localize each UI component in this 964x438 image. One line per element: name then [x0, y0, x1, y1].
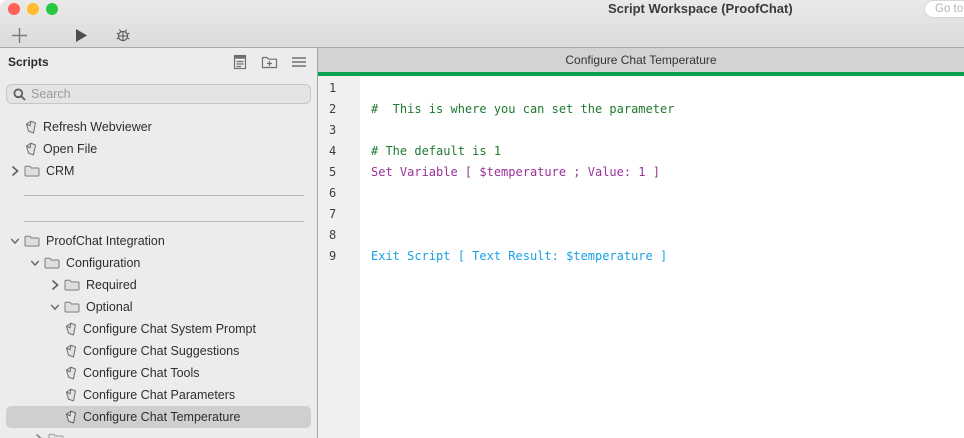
line-number: 2 — [329, 101, 337, 116]
script-icon — [64, 366, 77, 380]
folder-item-label: Configuration — [66, 256, 141, 270]
zoom-window-button[interactable] — [46, 3, 58, 15]
script-step-comment[interactable]: # The default is 1 — [360, 144, 501, 158]
new-folder-icon[interactable] — [261, 54, 278, 70]
scripts-sidebar: Scripts Search Refresh Webviewer Open Fi… — [0, 48, 318, 438]
traffic-lights — [8, 3, 58, 15]
chevron-right-icon[interactable] — [50, 279, 60, 291]
script-item-label: Configure Chat Temperature — [83, 410, 241, 424]
new-script-button[interactable] — [8, 23, 30, 47]
script-icon — [64, 410, 77, 424]
script-item-refresh-webviewer[interactable]: Refresh Webviewer — [0, 116, 317, 138]
script-item-label: Refresh Webviewer — [43, 120, 152, 134]
chevron-right-icon[interactable] — [34, 433, 44, 438]
script-item-label: Configure Chat Suggestions — [83, 344, 240, 358]
chevron-down-icon[interactable] — [50, 303, 60, 311]
chevron-right-icon[interactable] — [10, 165, 20, 177]
script-icon — [24, 120, 37, 134]
sidebar-actions — [232, 54, 309, 70]
bug-icon — [115, 27, 131, 43]
script-item-configure-chat-system-prompt[interactable]: Configure Chat System Prompt — [0, 318, 317, 340]
folder-item-required[interactable]: Required — [0, 274, 317, 296]
tab-configure-chat-temperature[interactable]: Configure Chat Temperature — [565, 53, 716, 67]
plus-icon — [10, 26, 29, 45]
folder-item-label: Required — [86, 278, 137, 292]
script-line[interactable]: 1 — [318, 77, 964, 98]
list-separator — [24, 195, 304, 196]
main-split: Scripts Search Refresh Webviewer Open Fi… — [0, 48, 964, 438]
folder-item-label: CRM — [46, 164, 75, 178]
folder-icon — [64, 279, 80, 291]
folder-icon — [44, 257, 60, 269]
script-icon — [64, 322, 77, 336]
new-script-icon[interactable] — [232, 54, 248, 70]
script-item-configure-chat-parameters[interactable]: Configure Chat Parameters — [0, 384, 317, 406]
sidebar-title: Scripts — [8, 55, 49, 69]
folder-item-label: ProofChat Integration — [46, 234, 165, 248]
folder-item-label: Optional — [86, 300, 133, 314]
script-item-open-file[interactable]: Open File — [0, 138, 317, 160]
line-number: 7 — [329, 206, 337, 221]
sidebar-header: Scripts — [0, 48, 317, 76]
script-item-label: Configure Chat Parameters — [83, 388, 236, 402]
folder-icon — [48, 433, 64, 438]
sidebar-search[interactable] — [6, 84, 311, 104]
chevron-down-icon[interactable] — [30, 259, 40, 267]
line-number: 9 — [329, 248, 337, 263]
folder-item-crm[interactable]: CRM — [0, 160, 317, 182]
script-code-area[interactable]: 1 2 # This is where you can set the para… — [318, 76, 964, 438]
script-item-configure-chat-suggestions[interactable]: Configure Chat Suggestions — [0, 340, 317, 362]
window-title: Script Workspace (ProofChat) — [608, 1, 793, 16]
script-step-exit-script[interactable]: Exit Script [ Text Result: $temperature … — [360, 249, 667, 263]
script-line[interactable]: 9 Exit Script [ Text Result: $temperatur… — [318, 245, 964, 266]
script-line[interactable]: 2 # This is where you can set the parame… — [318, 98, 964, 119]
folder-item-clipped[interactable] — [0, 428, 317, 438]
script-item-label: Configure Chat System Prompt — [83, 322, 256, 336]
script-step-set-variable[interactable]: Set Variable [ $temperature ; Value: 1 ] — [360, 165, 660, 179]
script-line[interactable]: 3 — [318, 119, 964, 140]
script-step-comment[interactable]: # This is where you can set the paramete… — [360, 102, 674, 116]
folder-icon — [24, 165, 40, 177]
script-line[interactable]: 4 # The default is 1 — [318, 140, 964, 161]
script-list: Refresh Webviewer Open File CRM ProofCha… — [0, 116, 317, 438]
editor-tab-bar: Configure Chat Temperature — [318, 48, 964, 72]
play-icon — [74, 28, 89, 43]
goto-search-input[interactable] — [924, 0, 964, 18]
search-icon — [13, 88, 26, 101]
debug-script-button[interactable] — [112, 23, 134, 47]
script-item-configure-chat-tools[interactable]: Configure Chat Tools — [0, 362, 317, 384]
close-window-button[interactable] — [8, 3, 20, 15]
search-input[interactable] — [31, 87, 304, 101]
menu-icon[interactable] — [291, 56, 307, 68]
script-line[interactable]: 5 Set Variable [ $temperature ; Value: 1… — [318, 161, 964, 182]
chevron-down-icon[interactable] — [10, 237, 20, 245]
script-icon — [64, 388, 77, 402]
folder-item-configuration[interactable]: Configuration — [0, 252, 317, 274]
script-line[interactable]: 8 — [318, 224, 964, 245]
line-number: 8 — [329, 227, 337, 242]
script-editor-pane: Configure Chat Temperature 1 2 # This is… — [318, 48, 964, 438]
run-script-button[interactable] — [70, 23, 92, 47]
folder-item-optional[interactable]: Optional — [0, 296, 317, 318]
script-line[interactable]: 6 — [318, 182, 964, 203]
script-icon — [24, 142, 37, 156]
line-number: 3 — [329, 122, 337, 137]
toolbar — [0, 22, 134, 48]
folder-icon — [64, 301, 80, 313]
script-icon — [64, 344, 77, 358]
line-number: 1 — [329, 80, 337, 95]
script-workspace-window: Script Workspace (ProofChat) Go to Scrip… — [0, 0, 964, 438]
folder-item-proofchat-integration[interactable]: ProofChat Integration — [0, 230, 317, 252]
line-number: 4 — [329, 143, 337, 158]
line-number: 6 — [329, 185, 337, 200]
line-number: 5 — [329, 164, 337, 179]
folder-icon — [24, 235, 40, 247]
script-line[interactable]: 7 — [318, 203, 964, 224]
minimize-window-button[interactable] — [27, 3, 39, 15]
title-bar: Script Workspace (ProofChat) — [0, 0, 964, 48]
script-item-label: Open File — [43, 142, 98, 156]
script-item-configure-chat-temperature[interactable]: Configure Chat Temperature — [6, 406, 311, 428]
script-item-label: Configure Chat Tools — [83, 366, 200, 380]
list-separator — [24, 221, 304, 222]
